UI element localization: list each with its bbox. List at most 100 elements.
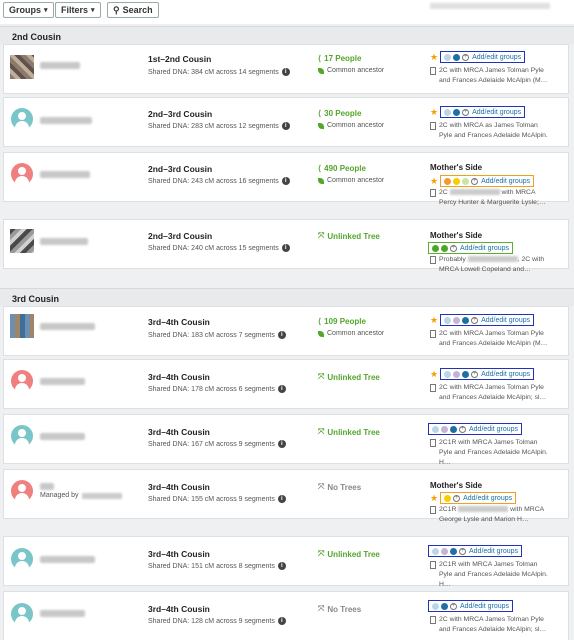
search-icon: ⚲ [113,4,120,15]
tree-link[interactable]: ⤧ Unlinked Tree [318,372,380,382]
relationship-label: 2nd–3rd Cousin [148,164,213,174]
tree-link[interactable]: ⟨ 490 People [318,164,366,173]
info-icon[interactable]: i [277,385,286,393]
add-edit-groups-button[interactable]: + Add/edit groups [440,175,535,187]
match-note[interactable]: 2C with MRCA James Tolman Pyle and Franc… [430,66,550,86]
common-ancestor[interactable]: Common ancestor [318,122,384,129]
plus-icon: + [459,547,466,555]
add-edit-groups-button[interactable]: + Add/edit groups [440,51,526,63]
info-icon[interactable]: i [277,440,286,448]
match-name[interactable] [40,378,85,385]
avatar [10,55,34,79]
group-dot-yellow [444,494,452,502]
add-edit-groups-button[interactable]: + Add/edit groups [440,314,535,326]
star-icon[interactable]: ★ [430,369,438,379]
common-ancestor[interactable]: Common ancestor [318,177,384,184]
shared-dna: Shared DNA: 151 cM across 8 segments i [148,562,286,570]
star-icon[interactable]: ★ [430,315,438,325]
avatar [11,480,33,502]
group-area: + Add/edit groups [428,423,523,435]
info-icon[interactable]: i [281,177,290,185]
group-dot-dark-blue [450,425,457,433]
relationship-label: 3rd–4th Cousin [148,604,210,614]
match-note[interactable]: 2C with MRCA James Tolman Pyle and Franc… [430,615,550,635]
relationship-label: 3rd–4th Cousin [148,482,210,492]
relationship-label: 1st–2nd Cousin [148,54,212,64]
add-edit-groups-button[interactable]: + Add/edit groups [428,600,514,612]
star-icon[interactable]: ★ [430,176,438,186]
plus-icon: + [471,316,479,324]
info-icon[interactable]: i [281,122,290,130]
group-dot-dark-blue [450,547,457,555]
match-note[interactable]: 2C1R with MRCA George Lysle and Marion H… [430,505,550,525]
group-area: ★ + Add/edit groups [430,51,526,63]
match-note[interactable]: 2C1R with MRCA James Tolman Pyle and Fra… [430,560,550,590]
add-edit-groups-button[interactable]: + Add/edit groups [440,368,535,380]
match-name[interactable] [40,433,85,440]
tree-link[interactable]: ⟨ 17 People [318,54,361,63]
tree-link[interactable]: ⟨ 109 People [318,317,366,326]
shared-dna: Shared DNA: 183 cM across 7 segments i [148,331,286,339]
relationship-label: 2nd–3rd Cousin [148,231,213,241]
match-note[interactable]: 2C with MRCA James Tolman Pyle and Franc… [430,383,550,403]
star-icon[interactable]: ★ [430,52,438,62]
search-button[interactable]: ⚲ Search [107,2,159,18]
add-edit-groups-button[interactable]: + Add/edit groups [428,242,514,254]
info-icon[interactable]: i [277,331,286,339]
match-note[interactable]: Probably , 2C with MRCA Lowell Copeland … [430,255,550,275]
info-icon[interactable]: i [277,562,286,570]
plus-icon: + [471,177,479,185]
info-icon[interactable]: i [277,617,286,625]
match-name[interactable] [40,62,80,69]
add-edit-groups-button[interactable]: + Add/edit groups [428,545,523,557]
star-icon[interactable]: ★ [430,107,438,117]
avatar [11,548,33,570]
note-icon [430,561,436,569]
match-name[interactable] [40,556,95,563]
tree-icon: ⤧ [318,482,325,491]
common-ancestor[interactable]: Common ancestor [318,330,384,337]
info-icon[interactable]: i [277,495,286,503]
tree-link: ⤧ No Trees [318,604,362,614]
plus-icon: + [462,53,470,61]
plus-icon: + [471,370,479,378]
match-name[interactable] [40,610,85,617]
tree-icon: ⤧ [318,604,325,613]
add-edit-groups-button[interactable]: + Add/edit groups [428,423,523,435]
common-ancestor[interactable]: Common ancestor [318,67,384,74]
match-note[interactable]: 2C1R with MRCA James Tolman Pyle and Fra… [430,438,550,468]
note-icon [430,616,436,624]
group-dot-light-blue [432,425,439,433]
match-name[interactable] [40,483,54,490]
group-dot-dark-blue [453,108,461,116]
leaf-icon [318,330,324,337]
tree-link[interactable]: ⟨ 30 People [318,109,361,118]
side-label: Mother's Side [430,163,483,172]
tree-link[interactable]: ⤧ Unlinked Tree [318,231,380,241]
side-label: Mother's Side [430,481,483,490]
group-dot-dark-blue [462,370,470,378]
add-edit-groups-button[interactable]: + Add/edit groups [440,106,526,118]
avatar [11,163,33,185]
match-note[interactable]: 2C with MRCA Percy Hunter & Marguerite L… [430,188,550,208]
tree-link[interactable]: ⤧ Unlinked Tree [318,549,380,559]
group-area: ★ + Add/edit groups [430,175,535,187]
add-edit-groups-button[interactable]: + Add/edit groups [440,492,517,504]
match-name[interactable] [40,117,92,124]
match-name[interactable] [40,323,95,330]
plus-icon: + [450,602,457,610]
note-icon [430,439,436,447]
groups-dropdown[interactable]: Groups ▾ [3,2,54,18]
match-name[interactable] [40,238,88,245]
shared-dna: Shared DNA: 243 cM across 16 segments i [148,177,290,185]
note-icon [430,384,436,392]
info-icon[interactable]: i [281,244,290,252]
match-name[interactable] [40,171,90,178]
filters-dropdown[interactable]: Filters ▾ [55,2,101,18]
match-note[interactable]: 2C with MRCA as James Tolman Pyle and Fr… [430,121,550,141]
info-icon[interactable]: i [281,68,290,76]
tree-link[interactable]: ⤧ Unlinked Tree [318,427,380,437]
star-icon[interactable]: ★ [430,493,438,503]
avatar [11,108,33,130]
match-note[interactable]: 2C with MRCA James Tolman Pyle and Franc… [430,329,550,349]
